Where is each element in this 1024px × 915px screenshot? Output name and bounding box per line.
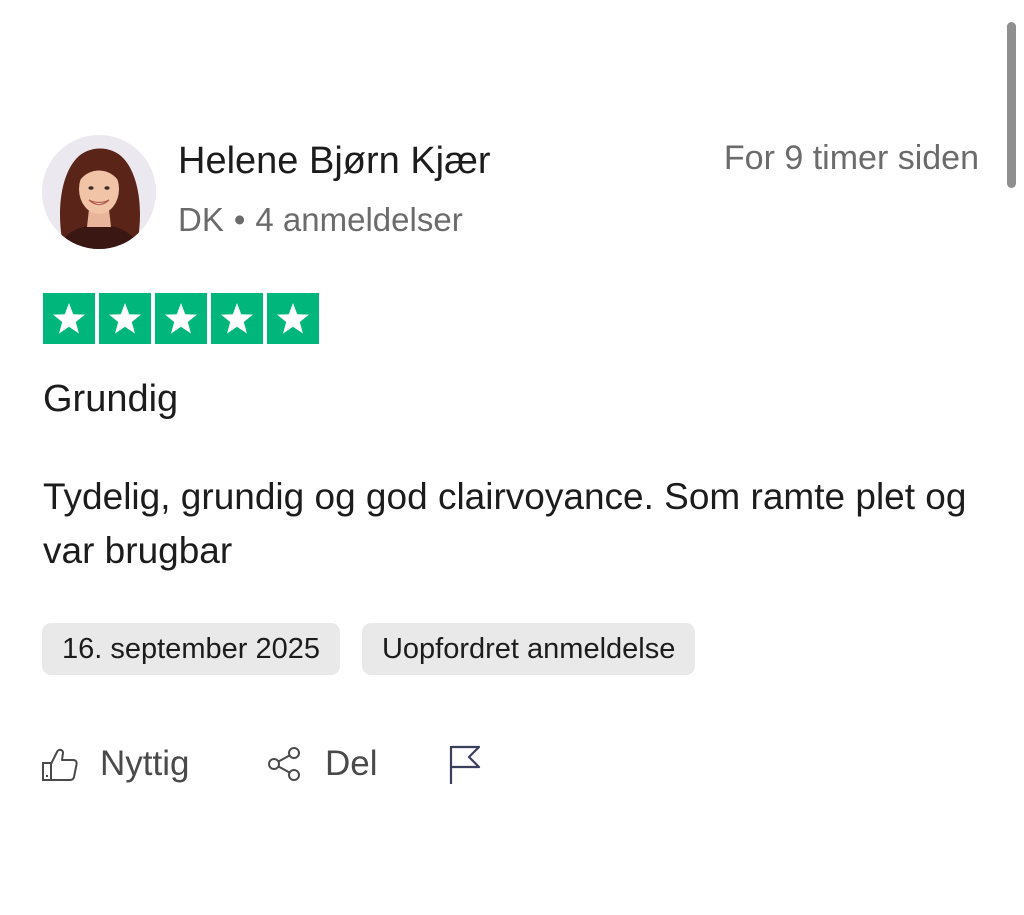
- thumbs-up-icon: [42, 748, 78, 781]
- avatar[interactable]: [42, 135, 156, 249]
- review-body: Tydelig, grundig og god clairvoyance. So…: [43, 476, 967, 571]
- flag-icon: [449, 745, 481, 784]
- reviewer-name[interactable]: Helene Bjørn Kjær: [178, 140, 491, 183]
- review-card: Helene Bjørn Kjær DK • 4 anmeldelser For 9…: [0, 0, 1024, 915]
- meta-separator: •: [233, 201, 246, 238]
- star-1: [43, 293, 95, 344]
- review-actions: Nyttig Del: [40, 738, 485, 790]
- star-icon: [165, 302, 197, 334]
- useful-label: Nyttig: [100, 744, 190, 783]
- review-date-chip: 16. september 2025: [42, 623, 340, 675]
- review-title: Grundig: [43, 378, 179, 420]
- review-tags: 16. september 2025 Uopfordret anmeldelse: [42, 623, 696, 675]
- report-button[interactable]: [445, 742, 485, 786]
- star-3: [155, 293, 207, 344]
- share-icon: [268, 747, 300, 781]
- star-2: [99, 293, 151, 344]
- scrollbar[interactable]: [1007, 22, 1016, 188]
- share-label: Del: [325, 744, 378, 783]
- star-icon: [53, 302, 85, 334]
- share-button[interactable]: Del: [265, 744, 445, 784]
- review-type-chip[interactable]: Uopfordret anmeldelse: [361, 623, 696, 675]
- useful-button[interactable]: Nyttig: [40, 744, 265, 784]
- star-icon: [221, 302, 253, 334]
- star-icon: [277, 302, 309, 334]
- star-rating: [43, 293, 319, 344]
- reviewer-review-count: 4 anmeldelser: [255, 201, 463, 238]
- reviewer-country: DK: [178, 201, 224, 238]
- reviewer-photo: [42, 135, 156, 249]
- star-4: [211, 293, 263, 344]
- star-icon: [109, 302, 141, 334]
- reviewer-meta: DK • 4 anmeldelser: [178, 201, 463, 239]
- review-posted-time: For 9 timer siden: [723, 139, 979, 177]
- star-5: [267, 293, 319, 344]
